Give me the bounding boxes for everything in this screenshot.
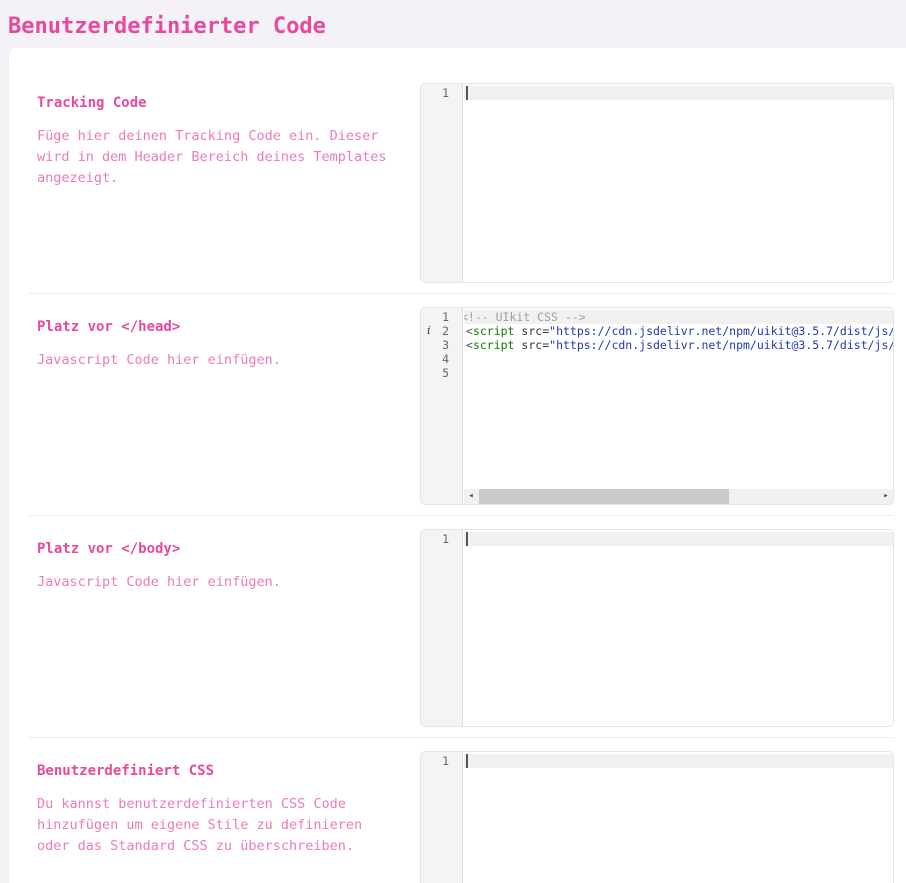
editor-code-area: [464, 530, 893, 726]
line-number: 5: [421, 366, 462, 380]
active-line-highlight: [464, 532, 893, 546]
active-line-highlight: [464, 754, 893, 768]
code-line: <script src="https://cdn.jsdelivr.net/np…: [464, 338, 893, 352]
scrollbar-thumb[interactable]: [479, 489, 729, 504]
code-token: src: [521, 324, 542, 338]
active-line-highlight: [464, 86, 893, 100]
before-body-description: Javascript Code hier einfügen.: [37, 572, 399, 593]
tracking-code-heading: Tracking Code: [37, 95, 420, 111]
editor-code-area: [464, 84, 893, 282]
code-token: script: [473, 324, 515, 338]
tracking-code-text: Tracking Code Füge hier deinen Tracking …: [28, 83, 420, 189]
code-line: <!-- UIkit CSS -->: [464, 310, 893, 324]
page-title: Benutzerdefinierter Code: [8, 14, 906, 39]
code-token: script: [473, 338, 515, 352]
before-head-editor[interactable]: 12345i<!-- UIkit CSS --><script src="htt…: [420, 307, 894, 505]
editor-gutter: 1: [421, 752, 463, 883]
line-number: 1: [421, 754, 462, 768]
line-number: 1: [421, 310, 462, 324]
code-line: [464, 366, 893, 380]
line-number: 1: [421, 532, 462, 546]
editor-gutter: 1: [421, 530, 463, 726]
before-head-description: Javascript Code hier einfügen.: [37, 350, 399, 371]
section-custom-css: Benutzerdefiniert CSS Du kannst benutzer…: [9, 738, 906, 883]
section-before-body: Platz vor </body> Javascript Code hier e…: [9, 516, 906, 737]
editor-code-area: <!-- UIkit CSS --><script src="https://c…: [464, 308, 893, 504]
scroll-left-icon[interactable]: ◂: [464, 489, 478, 504]
custom-css-editor[interactable]: 1: [420, 751, 894, 883]
custom-css-text: Benutzerdefiniert CSS Du kannst benutzer…: [28, 751, 420, 857]
before-body-heading: Platz vor </body>: [37, 541, 420, 557]
section-before-head: Platz vor </head> Javascript Code hier e…: [9, 294, 906, 515]
editor-gutter: 1: [421, 84, 463, 282]
tracking-code-description: Füge hier deinen Tracking Code ein. Dies…: [37, 126, 399, 189]
code-token: <!-- UIkit CSS -->: [464, 310, 586, 324]
lint-info-icon: i: [427, 324, 431, 338]
section-tracking-code: Tracking Code Füge hier deinen Tracking …: [9, 70, 906, 293]
line-number: 1: [421, 86, 462, 100]
editor-code-area: [464, 752, 893, 883]
code-line: <script src="https://cdn.jsdelivr.net/np…: [464, 324, 893, 338]
before-body-text: Platz vor </body> Javascript Code hier e…: [28, 529, 420, 593]
editor-gutter: 12345i: [421, 308, 463, 504]
code-token: "https://cdn.jsdelivr.net/npm/uikit@3.5.…: [549, 338, 893, 352]
text-cursor: [466, 754, 468, 768]
code-token: src: [521, 338, 542, 352]
code-token: "https://cdn.jsdelivr.net/npm/uikit@3.5.…: [549, 324, 893, 338]
custom-code-card: Tracking Code Füge hier deinen Tracking …: [9, 48, 906, 883]
code-line: [464, 352, 893, 366]
code-token: <: [466, 338, 473, 352]
before-head-heading: Platz vor </head>: [37, 319, 420, 335]
before-head-text: Platz vor </head> Javascript Code hier e…: [28, 307, 420, 371]
custom-css-heading: Benutzerdefiniert CSS: [37, 763, 420, 779]
custom-css-description: Du kannst benutzerdefinierten CSS Code h…: [37, 794, 399, 857]
text-cursor: [466, 532, 468, 546]
before-body-editor[interactable]: 1: [420, 529, 894, 727]
tracking-code-editor[interactable]: 1: [420, 83, 894, 283]
code-token: <: [466, 324, 473, 338]
horizontal-scrollbar[interactable]: ◂▸: [464, 489, 893, 504]
line-number: 4: [421, 352, 462, 366]
text-cursor: [466, 86, 468, 100]
scroll-right-icon[interactable]: ▸: [879, 489, 893, 504]
line-number: 3: [421, 338, 462, 352]
